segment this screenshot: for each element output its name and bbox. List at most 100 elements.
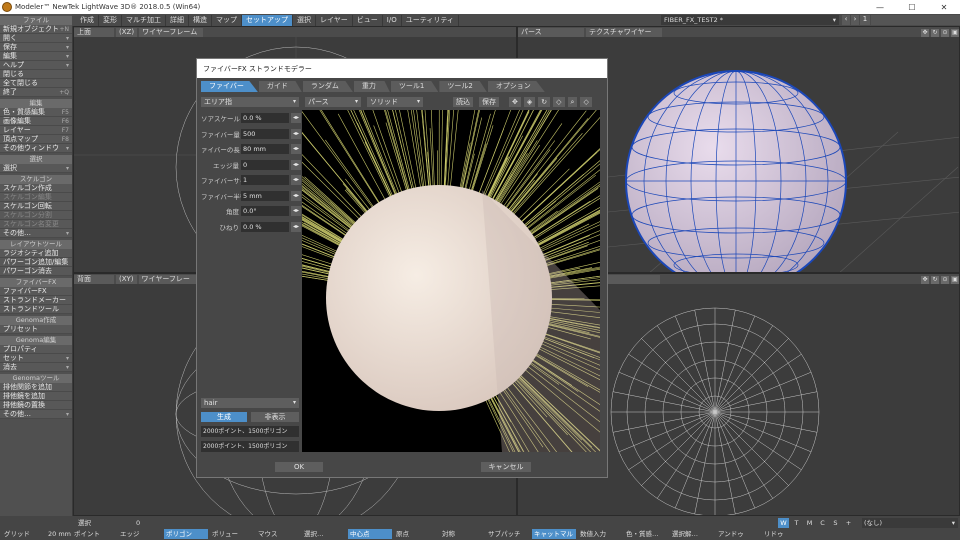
wtmcs-button[interactable]: S (830, 518, 841, 528)
load-button[interactable]: 読込 (453, 97, 473, 107)
wtmcs-button[interactable]: + (843, 518, 854, 528)
sidebar-item[interactable]: 開く ▾ (0, 34, 72, 43)
viewport-top-name[interactable]: 上面 (74, 27, 114, 37)
param-value-field[interactable]: 0.0 % (241, 221, 289, 232)
menu-tab[interactable]: I/O (383, 14, 402, 26)
zoom-view-icon[interactable]: ⊙ (941, 28, 949, 37)
envelope-arrows-icon[interactable]: ◂▸ (291, 113, 301, 123)
sidebar-item[interactable]: 排他鏡の置換 (0, 401, 72, 410)
sidebar-item[interactable]: その他… ▾ (0, 229, 72, 238)
status-button[interactable]: 選択解… (670, 529, 714, 539)
status-button[interactable]: 原点 (394, 529, 438, 539)
status-button[interactable]: 対称 (440, 529, 484, 539)
status-button[interactable]: マウス (256, 529, 300, 539)
param-value-field[interactable]: 0 (241, 159, 289, 170)
generate-button[interactable]: 生成 (201, 412, 247, 422)
sidebar-item[interactable]: ストランドメーカー (0, 296, 72, 305)
rotate-view-icon[interactable]: ↻ (931, 275, 939, 284)
sidebar-item[interactable]: プリセット (0, 325, 72, 334)
envelope-arrows-icon[interactable]: ◂▸ (291, 190, 301, 201)
layer-number[interactable]: 1 (860, 15, 870, 25)
status-button[interactable]: 選択… (302, 529, 346, 539)
viewport-persp-name[interactable]: パース (518, 27, 584, 37)
next-layer-icon[interactable]: › (851, 15, 859, 25)
dialog-tab[interactable]: 重力 (353, 81, 390, 92)
viewport-top-axes[interactable]: (XZ) (116, 27, 138, 37)
object-select[interactable]: FIBER_FX_TEST2 * ▾ (661, 15, 839, 25)
dialog-tab[interactable]: ランダム (302, 81, 353, 92)
menu-tab[interactable]: マップ (212, 14, 242, 26)
param-value-field[interactable]: 80 mm (241, 144, 289, 154)
selection-mode-button[interactable]: ポイント (72, 529, 116, 539)
sidebar-item[interactable]: その他… ▾ (0, 410, 72, 419)
hide-button[interactable]: 非表示 (251, 412, 299, 422)
envelope-arrows-icon[interactable]: ◂▸ (291, 175, 301, 185)
viewport-back-name[interactable]: 背面 (74, 274, 114, 284)
sidebar-item[interactable]: 色・質感編集 F5 (0, 108, 72, 117)
close-button[interactable]: ✕ (928, 0, 960, 14)
status-button[interactable]: サブパッチ (486, 529, 530, 539)
status-button[interactable]: 中心点 (348, 529, 392, 539)
fiber-list-select[interactable]: hair ▾ (201, 398, 299, 408)
sidebar-item[interactable]: レイヤー F7 (0, 126, 72, 135)
param-value-field[interactable]: 5 mm (241, 190, 289, 201)
dialog-tab[interactable]: ファイバー (201, 81, 258, 92)
viewport-top-mode[interactable]: ワイヤーフレーム (139, 27, 204, 37)
menu-tab[interactable]: セットアップ (242, 14, 293, 26)
sidebar-item[interactable]: 新規オブジェクト +N (0, 25, 72, 34)
status-button[interactable]: 数値入力 (578, 529, 622, 539)
sidebar-item[interactable]: スケルゴン分割 (0, 211, 72, 220)
sidebar-item[interactable]: 閉じる (0, 70, 72, 79)
rotate-view-icon[interactable]: ↻ (931, 28, 939, 37)
param-value-field[interactable]: 500 (241, 128, 289, 139)
wtmcs-button[interactable]: T (791, 518, 802, 528)
maximize-view-icon[interactable]: ▣ (951, 28, 959, 37)
sidebar-item[interactable]: 排他関節を追加 (0, 383, 72, 392)
save-button[interactable]: 保存 (479, 97, 499, 107)
diamond-icon[interactable]: ◇ (553, 97, 565, 107)
dialog-tab[interactable]: オプション (487, 81, 545, 92)
envelope-arrows-icon[interactable]: ◂▸ (291, 159, 301, 170)
rotate-icon[interactable]: ◈ (523, 97, 536, 107)
dialog-tab[interactable]: ガイド (258, 81, 302, 92)
move-icon[interactable]: ✥ (509, 97, 521, 107)
envelope-arrows-icon[interactable]: ◂▸ (291, 206, 301, 216)
sidebar-item[interactable]: ストランドツール (0, 305, 72, 314)
param-value-field[interactable]: 0.0 % (241, 113, 289, 123)
status-button[interactable]: リドゥ (762, 529, 806, 539)
sidebar-item[interactable]: 保存 ▾ (0, 43, 72, 52)
param-value-field[interactable]: 1 (241, 175, 289, 185)
none-select[interactable]: (なし) ▾ (862, 518, 958, 528)
viewport-back-axes[interactable]: (XY) (116, 274, 137, 284)
view-select[interactable]: パース ▾ (305, 97, 361, 107)
sidebar-item[interactable]: 排他鏡を追加 (0, 392, 72, 401)
sidebar-item[interactable]: 選択 ▾ (0, 164, 72, 173)
maximize-button[interactable]: ☐ (896, 0, 928, 14)
prev-layer-icon[interactable]: ‹ (842, 15, 850, 25)
sidebar-item[interactable]: ファイバーFX (0, 287, 72, 296)
fiber-preview[interactable] (302, 110, 600, 452)
wtmcs-button[interactable]: M (804, 518, 815, 528)
status-button[interactable]: キャットマル (532, 529, 576, 539)
zoom-view-icon[interactable]: ⊙ (941, 275, 949, 284)
viewport-back-mode[interactable]: ワイヤーフレー (138, 274, 203, 284)
center-icon[interactable]: ◇ (580, 97, 592, 107)
region-select[interactable]: エリア指 ▾ (201, 97, 299, 107)
sidebar-item[interactable]: 全て閉じる (0, 79, 72, 88)
wtmcs-button[interactable]: C (817, 518, 828, 528)
minimize-button[interactable]: — (864, 0, 896, 14)
sidebar-item[interactable]: パワーゴン追加/編集 (0, 258, 72, 267)
menu-tab[interactable]: 詳細 (166, 14, 189, 26)
menu-tab[interactable]: 構造 (189, 14, 212, 26)
sidebar-item[interactable]: 頂点マップ F8 (0, 135, 72, 144)
move-view-icon[interactable]: ✥ (921, 275, 929, 284)
sidebar-item[interactable]: プロパティ (0, 345, 72, 354)
status-button[interactable]: 色・質感… (624, 529, 668, 539)
sidebar-item[interactable]: スケルゴン作成 (0, 184, 72, 193)
param-value-field[interactable]: 0.0° (241, 206, 289, 216)
selection-mode-button[interactable]: エッジ (118, 529, 162, 539)
sidebar-item[interactable]: 終了 +Q (0, 88, 72, 97)
envelope-arrows-icon[interactable]: ◂▸ (291, 144, 301, 154)
sidebar-item[interactable]: スケルゴン名変更 (0, 220, 72, 229)
menu-tab[interactable]: 選択 (293, 14, 316, 26)
